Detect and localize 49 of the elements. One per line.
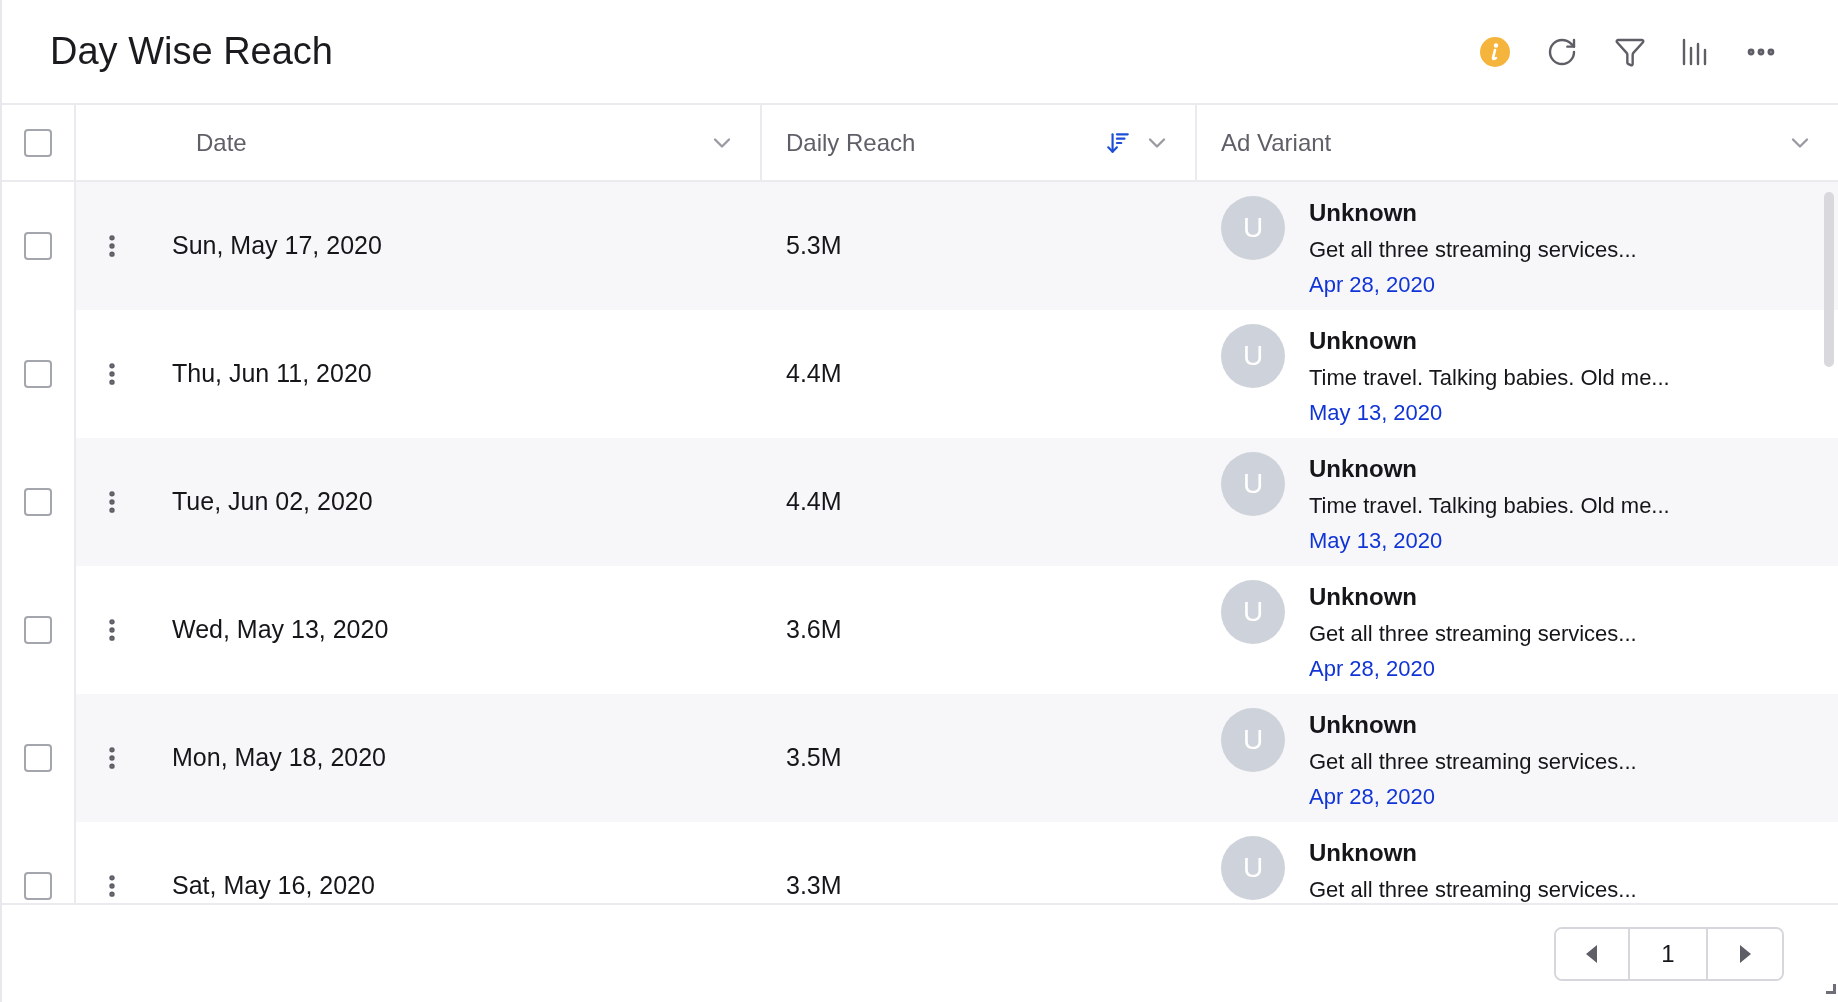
scrollbar[interactable]	[1824, 192, 1834, 367]
variant-date-link[interactable]: Apr 28, 2020	[1309, 654, 1637, 684]
previous-page-button[interactable]	[1556, 928, 1630, 979]
column-header[interactable]: Ad Variant	[1197, 105, 1838, 180]
column-label: Daily Reach	[786, 127, 916, 158]
variant-text: Get all three streaming services...	[1309, 236, 1637, 264]
checkbox[interactable]	[24, 616, 52, 644]
previous-icon	[1586, 944, 1598, 963]
variant-date-link[interactable]: May 13, 2020	[1309, 526, 1670, 556]
column-header[interactable]: Date	[76, 105, 762, 180]
column-label: Date	[196, 127, 247, 158]
resize-handle-icon[interactable]	[1826, 984, 1836, 994]
date-cell-text: Mon, May 18, 2020	[172, 742, 386, 774]
reach-cell: 4.4M	[786, 487, 842, 516]
date-cell-text: Tue, Jun 02, 2020	[172, 486, 373, 518]
reach-cell: 5.3M	[786, 231, 842, 260]
variant-text: Time travel. Talking babies. Old me...	[1309, 492, 1670, 520]
checkbox[interactable]	[24, 744, 52, 772]
variant-text: Get all three streaming services...	[1309, 620, 1637, 648]
bar-chart-icon[interactable]	[1682, 37, 1708, 66]
next-icon	[1739, 944, 1751, 963]
variant-text: Get all three streaming services...	[1309, 748, 1637, 776]
column-label: Ad Variant	[1221, 127, 1332, 158]
variant-name: Unknown	[1309, 710, 1418, 740]
variant-date-link[interactable]: May 13, 2020	[1309, 398, 1670, 428]
reach-cell: 3.5M	[786, 743, 842, 772]
variant-date-link[interactable]: Apr 28, 2020	[1309, 270, 1637, 300]
variant-date-link[interactable]: Apr 28, 2020	[1309, 782, 1637, 812]
checkbox[interactable]	[24, 488, 52, 516]
variant-name: Unknown	[1309, 838, 1418, 868]
checkbox[interactable]	[24, 360, 52, 388]
variant-name: Unknown	[1309, 582, 1418, 612]
date-cell-text: Wed, May 13, 2020	[172, 614, 389, 646]
widget-title: Day Wise Reach	[50, 29, 333, 74]
checkbox[interactable]	[24, 128, 52, 157]
variant-text: Time travel. Talking babies. Old me...	[1309, 364, 1670, 392]
variant-name: Unknown	[1309, 198, 1418, 228]
checkbox[interactable]	[24, 232, 52, 260]
date-cell-text: Sat, May 16, 2020	[172, 870, 375, 902]
reach-cell: 3.6M	[786, 615, 842, 644]
column-header[interactable]: Daily Reach	[762, 105, 1197, 180]
variant-name: Unknown	[1309, 454, 1418, 484]
date-cell-text: Sun, May 17, 2020	[172, 230, 382, 262]
variant-text: Get all three streaming services...	[1309, 876, 1637, 903]
checkbox[interactable]	[24, 872, 52, 900]
date-cell-text: Thu, Jun 11, 2020	[172, 358, 372, 390]
reach-cell: 3.3M	[786, 871, 842, 900]
reach-cell: 4.4M	[786, 359, 842, 388]
variant-name: Unknown	[1309, 326, 1418, 356]
